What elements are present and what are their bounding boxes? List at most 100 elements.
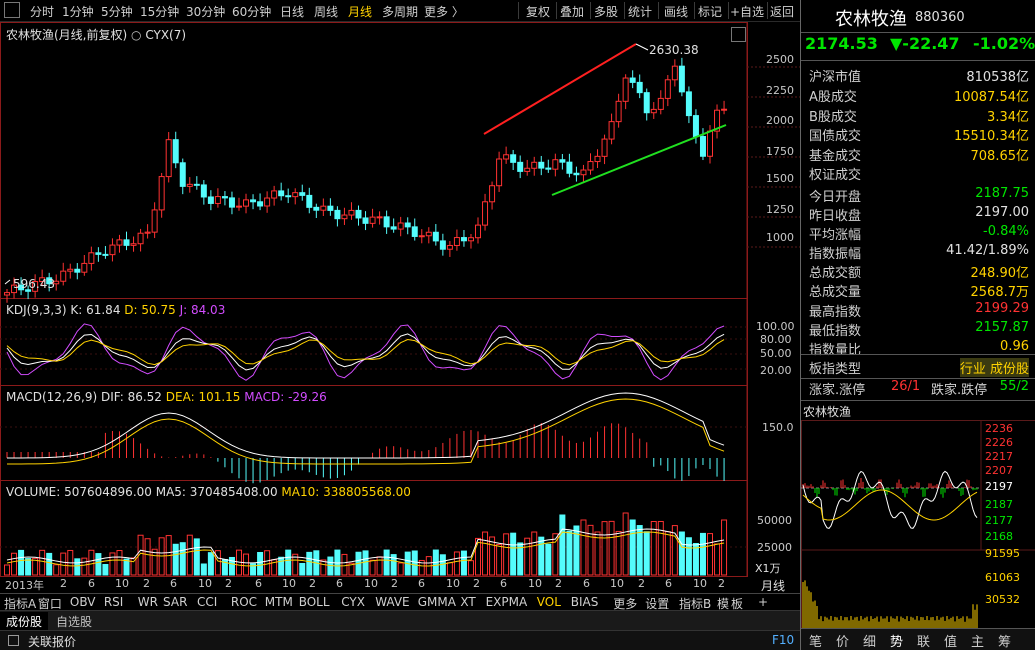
candle-body [482,201,489,226]
volume-bar [257,552,264,576]
bottom-tab[interactable]: 势 [890,631,903,650]
candle-body [4,292,10,296]
indicator-tab[interactable]: BOLL [299,595,330,609]
price-axis-label: 2500 [766,53,794,66]
mini-vol-label: 30532 [985,593,1020,606]
indicator-tab[interactable]: WAVE [375,595,409,609]
volume-bar [545,543,552,576]
f10-button[interactable]: F10 [772,633,794,647]
indicator-tab[interactable]: MTM [265,595,293,609]
time-axis-tick: 6 [170,577,177,590]
kdj-axis-label: 100.00 [756,320,795,333]
kdj-j-line [6,323,725,381]
overlay-button[interactable]: 叠加 [560,3,584,20]
tab-monthly[interactable]: 月线 [348,3,372,20]
stat-row: 沪深市值 810538亿 [809,70,1029,85]
candle-body [594,155,601,163]
maximize-icon[interactable] [731,27,746,42]
candle-body [622,77,629,102]
volume-bar [81,557,88,576]
intraday-mini-chart[interactable]: 2236222622172207 2197 2187 2177 2168 91595 610… [801,420,1035,630]
candle-body [158,176,165,211]
bottom-tab[interactable]: 笔 [809,631,822,650]
volume-bar [622,512,629,576]
indicator-tab[interactable]: BIAS [571,595,599,609]
candle-body [439,240,446,250]
volume-bar [615,530,622,576]
volume-bar [538,536,545,576]
window-toggle-icon[interactable] [4,2,20,18]
trend-line-upper [483,43,637,135]
tab-30min[interactable]: 30分钟 [186,3,225,20]
fuquan-button[interactable]: 复权 [526,3,550,20]
indicator-tab[interactable]: CYX [341,595,365,609]
candle-body [608,121,615,140]
checkbox-icon[interactable] [8,635,19,646]
candle-body [721,108,728,111]
mark-button[interactable]: 标记 [698,3,722,20]
candle-body [545,167,552,170]
tab-daily[interactable]: 日线 [280,3,304,20]
tab-weekly[interactable]: 周线 [314,3,338,20]
tab-timeshare[interactable]: 分时 [30,3,54,20]
volume-bar [130,557,137,576]
indicator-tab[interactable]: EXPMA [486,595,528,609]
tab-60min[interactable]: 60分钟 [232,3,271,20]
indicator-tab[interactable]: XT [460,595,475,609]
time-axis-tick: 2 [60,577,67,590]
indicator-tab[interactable]: SAR [163,595,187,609]
time-axis: 2013年 2 6 10 2 6 10 2 6 10 2 6 10 2 6 10 2 6 10 2 6 10 2 6 10 2 [0,577,800,592]
volume-bar [179,542,186,576]
tab-watchlist[interactable]: 自选股 [50,612,98,630]
candle-body [186,183,193,187]
stat-row: B股成交 3.34亿 [809,110,1029,125]
tab-15min[interactable]: 15分钟 [140,3,179,20]
indicator-tab[interactable]: GMMA [418,595,456,609]
bottom-tab[interactable]: 值 [944,631,957,650]
tab-multi-period[interactable]: 多周期 [382,3,418,20]
indicator-tab[interactable]: WR [138,595,158,609]
indicator-tab[interactable]: ROC [231,595,257,609]
candle-body [334,209,341,220]
indicator-tab[interactable]: CCI [197,595,217,609]
indicator-tab[interactable]: OBV [70,595,96,609]
candle-body [446,244,453,250]
bottom-tab[interactable]: 筹 [998,631,1011,650]
tab-components[interactable]: 成份股 [0,612,49,630]
bottom-tab[interactable]: 细 [863,631,876,650]
vol-axis-label: 25000 [757,541,792,554]
candle-body [383,216,390,228]
volume-bar [11,552,18,576]
tab-1min[interactable]: 1分钟 [62,3,94,20]
bottom-tab[interactable]: 联 [917,631,930,650]
candle-body [510,154,517,163]
time-axis-tick: 6 [418,577,425,590]
tab-5min[interactable]: 5分钟 [101,3,133,20]
volume-bar [453,551,460,576]
candle-body [341,214,348,220]
stats-button[interactable]: 统计 [628,3,652,20]
volume-bar [699,532,706,576]
volume-bar [594,531,601,576]
multi-stock-button[interactable]: 多股 [594,3,618,20]
indicator-tab-right[interactable]: + [758,595,768,609]
candle-body [643,92,650,114]
draw-line-button[interactable]: 画线 [664,3,688,20]
candle-body [552,159,559,170]
price-axis-label: 1250 [766,203,794,216]
indicator-tab[interactable]: RSI [104,595,124,609]
related-quote-label[interactable]: 关联报价 [28,633,76,650]
volume-bar [629,519,636,576]
candle-body [228,197,235,208]
bottom-tab[interactable]: 价 [836,631,849,650]
tab-more[interactable]: 更多 〉 [424,3,464,20]
back-button[interactable]: 返回 [770,3,794,20]
candle-body [235,205,242,208]
bottom-tab[interactable]: 主 [971,631,984,650]
add-watchlist-button[interactable]: +自选 [730,3,764,20]
candle-body [348,209,355,216]
advance-decline-row: 涨家.涨停 26/1 跌家.跌停 55/2 [809,379,1029,398]
indicator-tab[interactable]: VOL [537,595,561,609]
volume-bar [278,556,285,576]
candle-body [299,192,306,196]
